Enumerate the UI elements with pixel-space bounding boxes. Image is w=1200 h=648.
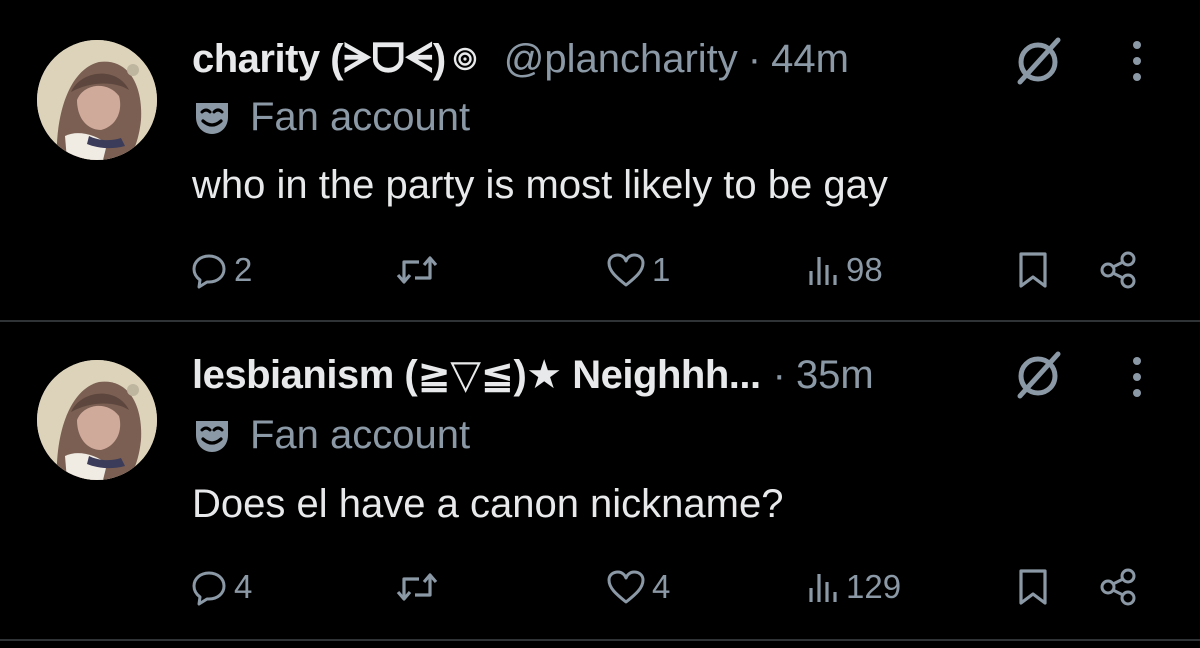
share-button[interactable] (1098, 242, 1140, 298)
share-button[interactable] (1098, 559, 1140, 615)
more-icon[interactable] (1122, 352, 1152, 402)
swirl-icon (452, 37, 478, 82)
divider (0, 639, 1200, 641)
tweet[interactable]: charity (ᗒᗜᗕ) @plancharity · 44m Fan acc… (0, 0, 1200, 320)
tweet-header: lesbianism (≧▽≦)★ Neighhh... · 35m (192, 350, 874, 400)
account-label: Fan account (192, 94, 470, 140)
grok-icon[interactable] (1012, 348, 1064, 400)
retweet-button[interactable] (395, 559, 439, 615)
reply-button[interactable]: 4 (190, 559, 252, 615)
timeline-feed: charity (ᗒᗜᗕ) @plancharity · 44m Fan acc… (0, 0, 1200, 648)
tweet-actions: 4 4 129 (0, 559, 1200, 615)
display-name[interactable]: charity (ᗒᗜᗕ) (192, 37, 446, 82)
tweet-text: who in the party is most likely to be ga… (192, 163, 888, 207)
separator-dot: · (772, 352, 786, 397)
like-count: 4 (652, 568, 671, 605)
reply-icon (190, 568, 228, 606)
account-label: Fan account (192, 412, 470, 458)
retweet-button[interactable] (395, 242, 439, 298)
share-icon (1098, 250, 1140, 290)
views-button[interactable]: 98 (806, 242, 883, 298)
view-count: 129 (846, 568, 902, 605)
label-text: Fan account (250, 412, 471, 457)
timestamp[interactable]: 35m (796, 353, 874, 398)
views-icon (806, 568, 840, 606)
timestamp[interactable]: 44m (771, 37, 849, 82)
view-count: 98 (846, 251, 883, 288)
like-icon (606, 251, 646, 289)
retweet-icon (395, 568, 439, 606)
views-button[interactable]: 129 (806, 559, 901, 615)
bookmark-button[interactable] (1016, 559, 1050, 615)
reply-count: 2 (234, 251, 253, 288)
avatar[interactable] (37, 40, 157, 160)
reply-button[interactable]: 2 (190, 242, 252, 298)
reply-count: 4 (234, 568, 253, 605)
mask-icon (192, 415, 232, 455)
like-button[interactable]: 1 (606, 242, 670, 298)
tweet-header: charity (ᗒᗜᗕ) @plancharity · 44m (192, 34, 849, 84)
reply-icon (190, 251, 228, 289)
display-name[interactable]: lesbianism (≧▽≦)★ Neighhh... (192, 352, 761, 398)
bookmark-icon (1016, 567, 1050, 607)
like-button[interactable]: 4 (606, 559, 670, 615)
grok-icon[interactable] (1012, 34, 1064, 86)
retweet-icon (395, 251, 439, 289)
label-text: Fan account (250, 94, 471, 139)
tweet[interactable]: lesbianism (≧▽≦)★ Neighhh... · 35m Fan a… (0, 322, 1200, 642)
views-icon (806, 251, 840, 289)
bookmark-button[interactable] (1016, 242, 1050, 298)
avatar[interactable] (37, 360, 157, 480)
share-icon (1098, 567, 1140, 607)
user-handle[interactable]: @plancharity (504, 37, 738, 82)
separator-dot: · (747, 36, 762, 81)
mask-icon (192, 97, 232, 137)
bookmark-icon (1016, 250, 1050, 290)
like-icon (606, 568, 646, 606)
tweet-text: Does el have a canon nickname? (192, 482, 784, 526)
more-icon[interactable] (1122, 36, 1152, 86)
tweet-actions: 2 1 98 (0, 242, 1200, 298)
like-count: 1 (652, 251, 671, 288)
